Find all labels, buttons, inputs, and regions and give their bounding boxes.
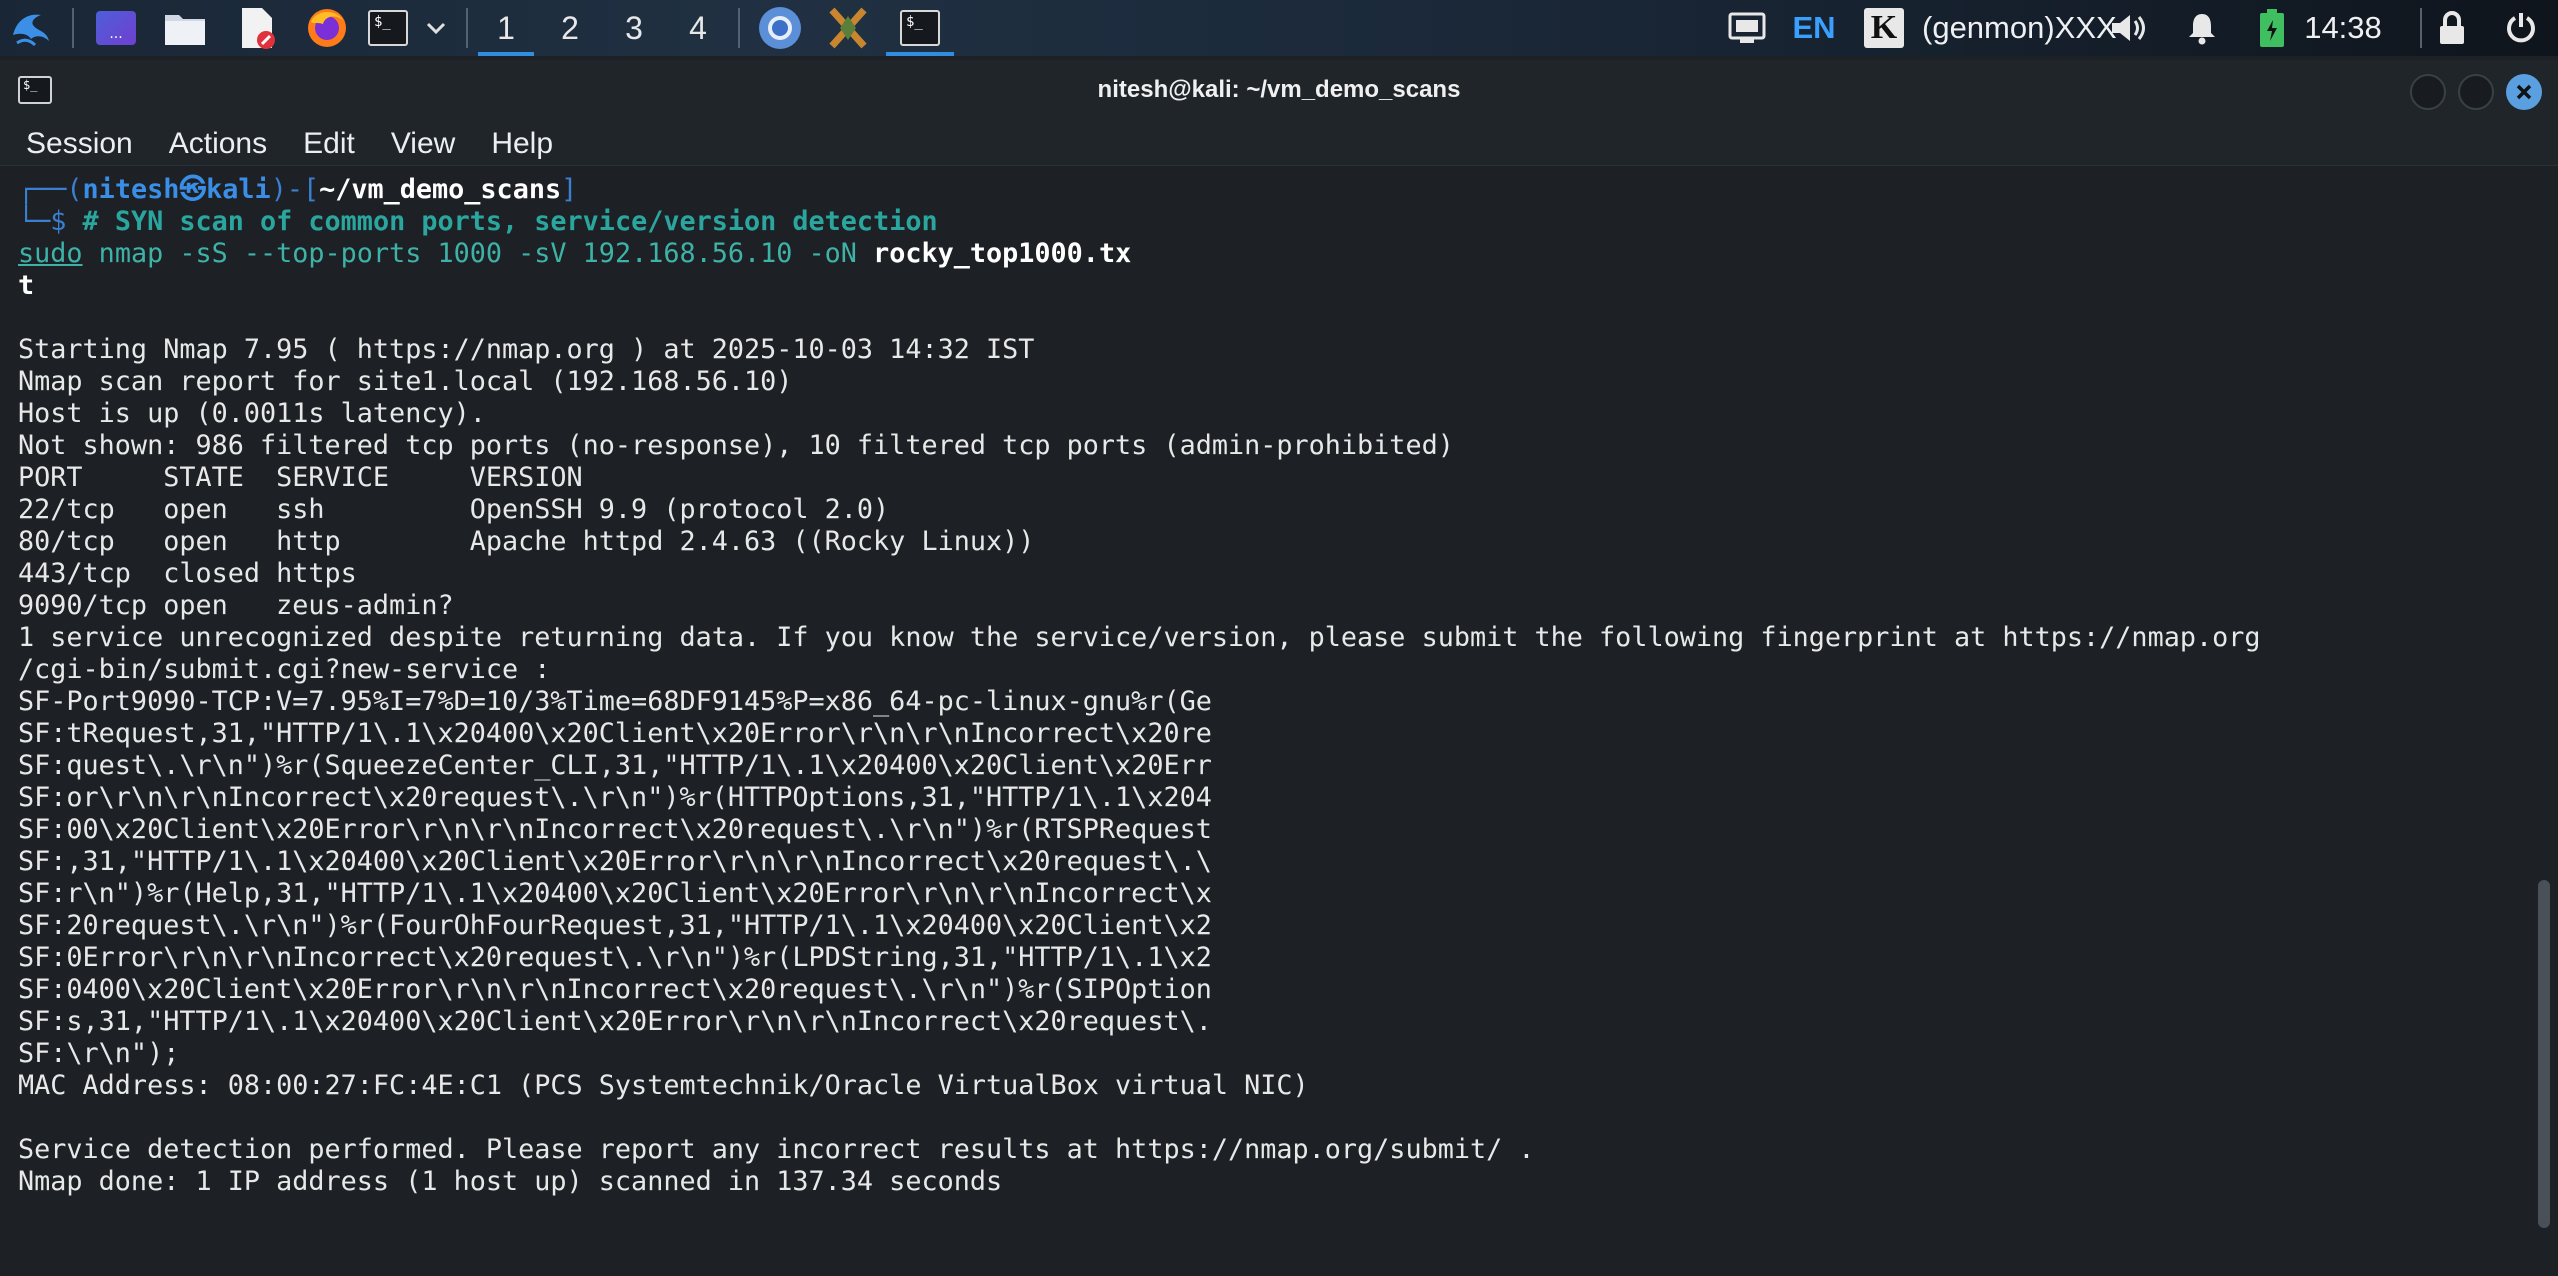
chevron-down-icon[interactable]: [418, 0, 454, 56]
terminal-task-icon[interactable]: $_: [886, 0, 954, 56]
menu-actions[interactable]: Actions: [169, 127, 267, 161]
output-line: 80/tcp open http Apache httpd 2.4.63 ((R…: [18, 526, 1035, 557]
menu-edit[interactable]: Edit: [303, 127, 355, 161]
output-line: /cgi-bin/submit.cgi?new-service :: [18, 654, 551, 685]
output-line: 1 service unrecognized despite returning…: [18, 622, 2261, 653]
output-line: SF:0Error\r\n\r\nIncorrect\x20request\.\…: [18, 942, 1212, 973]
terminal-output[interactable]: ┌──(nitesh㉿kali)-[~/vm_demo_scans] └─$ #…: [0, 168, 2530, 1276]
kali-menu-icon[interactable]: [0, 0, 60, 56]
panel-separator: [466, 8, 468, 48]
output-line: SF:\r\n");: [18, 1038, 180, 1069]
prompt-directory: ~/vm_demo_scans: [319, 174, 562, 205]
burpsuite-icon[interactable]: [820, 0, 876, 56]
menu-session[interactable]: Session: [26, 127, 133, 161]
output-line: MAC Address: 08:00:27:FC:4E:C1 (PCS Syst…: [18, 1070, 1309, 1101]
output-line: SF:r\n")%r(Help,31,"HTTP/1\.1\x20400\x20…: [18, 878, 1212, 909]
prompt-command-line: └─$ # SYN scan of common ports, service/…: [18, 206, 2530, 238]
scrollbar[interactable]: [2530, 168, 2558, 1276]
command-sudo: sudo: [18, 238, 83, 269]
output-line: SF:or\r\n\r\nIncorrect\x20request\.\r\n"…: [18, 782, 1212, 813]
maximize-button[interactable]: [2458, 74, 2494, 110]
panel-separator: [72, 8, 74, 48]
output-line: PORT STATE SERVICE VERSION: [18, 462, 583, 493]
genmon-plugin[interactable]: (genmon)XXX: [1922, 0, 2117, 56]
output-line: SF:s,31,"HTTP/1\.1\x20400\x20Client\x20E…: [18, 1006, 1212, 1037]
keyboard-layout-label: EN: [1792, 10, 1836, 45]
firefox-icon[interactable]: [302, 0, 352, 56]
output-line: SF:00\x20Client\x20Error\r\n\r\nIncorrec…: [18, 814, 1212, 845]
file-manager-icon[interactable]: [160, 0, 210, 56]
close-icon: [2516, 84, 2532, 100]
command-output-file: rocky_top1000.tx: [873, 238, 1132, 269]
prompt-frame: ┌──(: [18, 174, 83, 205]
output-line: 9090/tcp open zeus-admin?: [18, 590, 454, 621]
text-editor-icon[interactable]: [232, 0, 280, 56]
output-line: Service detection performed. Please repo…: [18, 1134, 1535, 1165]
menu-help[interactable]: Help: [491, 127, 553, 161]
keyboard-layout[interactable]: EN: [1784, 0, 1844, 56]
workspace-label: 3: [625, 9, 643, 46]
output-line: SF:quest\.\r\n")%r(SqueezeCenter_CLI,31,…: [18, 750, 1212, 781]
workspace-label: 2: [561, 9, 579, 46]
output-line: Nmap scan report for site1.local (192.16…: [18, 366, 793, 397]
genmon-text: (genmon)XXX: [1922, 10, 2117, 45]
top-panel: ... $_ 1 2 3 4 $_ EN K (genmon)XXX 14:38: [0, 0, 2558, 56]
output-line: SF-Port9090-TCP:V=7.95%I=7%D=10/3%Time=6…: [18, 686, 1212, 717]
window-title: nitesh@kali: ~/vm_demo_scans: [1097, 76, 1461, 103]
output-line: 22/tcp open ssh OpenSSH 9.9 (protocol 2.…: [18, 494, 890, 525]
workspace-label: 1: [497, 9, 515, 46]
output-line: SF:0400\x20Client\x20Error\r\n\r\nIncorr…: [18, 974, 1212, 1005]
menu-view[interactable]: View: [391, 127, 455, 161]
clock[interactable]: 14:38: [2298, 0, 2388, 56]
workspace-4[interactable]: 4: [668, 0, 728, 56]
command-wrap: t: [18, 270, 35, 301]
terminal-icon[interactable]: $_: [364, 0, 412, 56]
prompt-frame: ]: [561, 174, 578, 205]
prompt-comment: # SYN scan of common ports, service/vers…: [82, 206, 938, 237]
command-args: nmap -sS --top-ports 1000 -sV 192.168.56…: [82, 238, 874, 269]
show-desktop-icon[interactable]: ...: [92, 0, 140, 56]
output-line: 443/tcp closed https: [18, 558, 357, 589]
terminal-window: $_ nitesh@kali: ~/vm_demo_scans Session …: [0, 60, 2558, 1276]
panel-separator: [2420, 8, 2422, 48]
kali-k-icon: K: [1862, 0, 1906, 56]
panel-separator: [738, 8, 740, 48]
prompt-user: nitesh㉿kali: [82, 174, 271, 205]
workspace-1[interactable]: 1: [476, 0, 536, 56]
output-line: Host is up (0.0011s latency).: [18, 398, 486, 429]
show-desktop-label: ...: [109, 26, 123, 42]
power-icon[interactable]: [2496, 0, 2546, 56]
chromium-icon[interactable]: [752, 0, 808, 56]
output-line: SF:tRequest,31,"HTTP/1\.1\x20400\x20Clie…: [18, 718, 1212, 749]
close-button[interactable]: [2506, 74, 2542, 110]
volume-icon[interactable]: [2106, 0, 2150, 56]
minimize-button[interactable]: [2410, 74, 2446, 110]
nmap-output: Starting Nmap 7.95 ( https://nmap.org ) …: [18, 302, 2530, 1198]
lock-icon[interactable]: [2430, 0, 2474, 56]
clock-text: 14:38: [2304, 10, 2382, 45]
output-line: Starting Nmap 7.95 ( https://nmap.org ) …: [18, 334, 1035, 365]
window-titlebar[interactable]: $_ nitesh@kali: ~/vm_demo_scans: [0, 60, 2558, 122]
prompt-frame: └─$: [18, 206, 83, 237]
workspace-label: 4: [689, 9, 707, 46]
notification-bell-icon[interactable]: [2180, 0, 2224, 56]
output-line: SF:20request\.\r\n")%r(FourOhFourRequest…: [18, 910, 1212, 941]
output-line: Not shown: 986 filtered tcp ports (no-re…: [18, 430, 1454, 461]
prompt-frame: )-[: [270, 174, 320, 205]
menu-bar: Session Actions Edit View Help: [0, 122, 2558, 166]
command-line: sudo nmap -sS --top-ports 1000 -sV 192.1…: [18, 238, 2530, 270]
battery-icon[interactable]: [2254, 0, 2290, 56]
screenshot-icon[interactable]: [1722, 0, 1772, 56]
prompt-line: ┌──(nitesh㉿kali)-[~/vm_demo_scans]: [18, 174, 2530, 206]
workspace-2[interactable]: 2: [540, 0, 600, 56]
output-line: SF:,31,"HTTP/1\.1\x20400\x20Client\x20Er…: [18, 846, 1212, 877]
scrollbar-thumb[interactable]: [2538, 880, 2550, 1228]
output-line: Nmap done: 1 IP address (1 host up) scan…: [18, 1166, 1003, 1197]
workspace-3[interactable]: 3: [604, 0, 664, 56]
